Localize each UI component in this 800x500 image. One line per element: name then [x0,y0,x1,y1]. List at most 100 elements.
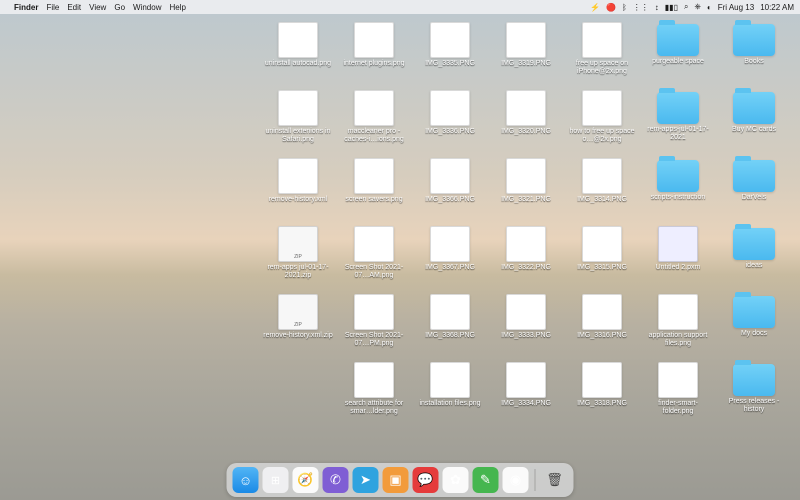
image-thumbnail-icon [658,226,698,262]
desktop-item[interactable]: Untitled 2.pxm [642,224,714,290]
desktop-item[interactable]: remove-history.xml [262,156,334,222]
desktop[interactable]: uninstall autocad.png internet plugins.pn… [0,14,800,500]
toggle-icon[interactable]: ◐ [707,3,712,12]
desktop-item[interactable]: IMG_3333.PNG [490,292,562,358]
desktop-item[interactable]: uninstall extenions in Safari.png [262,88,334,154]
desktop-item[interactable]: ideas [718,224,790,290]
desktop-item-label: search attribute for smar…lder.png [339,400,409,415]
desktop-item-label: IMG_3315.PNG [577,264,627,272]
desktop-item[interactable]: rem-apps-jul-01-17-2021 [642,88,714,154]
desktop-item-label: Buy MC cards [732,126,776,134]
desktop-item[interactable]: IMG_3334.PNG [490,360,562,426]
desktop-item[interactable]: uninstall autocad.png [262,20,334,86]
desktop-item[interactable]: remove-history.xml.zip [262,292,334,358]
wifi-icon[interactable]: ⋮⋮ [633,3,649,12]
desktop-item[interactable]: screen savers.png [338,156,410,222]
battery-icon[interactable]: ▮▮▯ [665,3,678,12]
desktop-item[interactable]: Buy MC cards [718,88,790,154]
desktop-item[interactable]: maccleaner pro - caches-i…ions.png [338,88,410,154]
desktop-item[interactable]: My docs [718,292,790,358]
desktop-item[interactable]: purgeable space [642,20,714,86]
image-thumbnail-icon [354,294,394,330]
dock-safari[interactable]: 🧭 [293,467,319,493]
desktop-item[interactable]: finder-smart-folder.png [642,360,714,426]
desktop-item[interactable]: free up space on iPhone@2x.png [566,20,638,86]
desktop-item-label: Screen Shot 2021-07…AM.png [339,264,409,279]
menubar: Finder File Edit View Go Window Help ⚡ 🔴… [0,0,800,14]
menu-help[interactable]: Help [169,3,185,12]
app-name[interactable]: Finder [14,3,38,12]
dock-app-orange[interactable]: ▣ [383,467,409,493]
desktop-item[interactable]: how to free up space o…@2x.png [566,88,638,154]
menubar-time[interactable]: 10:22 AM [760,3,794,12]
desktop-item[interactable]: Screen Shot 2021-07…AM.png [338,224,410,290]
desktop-item-label: IMG_3316.PNG [577,332,627,340]
dock-chrome[interactable]: ◉ [503,467,529,493]
desktop-item[interactable]: internet plugins.png [338,20,410,86]
desktop-item[interactable]: IMG_3335.PNG [414,20,486,86]
desktop-item[interactable]: IMG_3320.PNG [490,88,562,154]
desktop-item[interactable]: IMG_3319.PNG [490,20,562,86]
desktop-item[interactable]: IMG_3316.PNG [566,292,638,358]
image-thumbnail-icon [430,158,470,194]
image-thumbnail-icon [354,22,394,58]
spotlight-icon[interactable]: ⌕ [684,2,688,12]
desktop-item[interactable]: search attribute for smar…lder.png [338,360,410,426]
desktop-item[interactable]: IMG_3368.PNG [414,292,486,358]
desktop-item-label: rem-apps jul-01-17-2021.zip [263,264,333,279]
desktop-item-label: IMG_3336.PNG [425,128,475,136]
updown-icon[interactable]: ↕ [655,3,659,12]
bluetooth-icon[interactable]: ᛒ [622,3,627,12]
image-thumbnail-icon [582,90,622,126]
document-icon [278,158,318,194]
image-thumbnail-icon [430,22,470,58]
dock-trash[interactable]: 🗑 [542,467,568,493]
desktop-item-label: IMG_3321.PNG [501,196,551,204]
desktop-item[interactable]: IMG_3336.PNG [414,88,486,154]
image-thumbnail-icon [354,158,394,194]
desktop-item-label: IMG_3314.PNG [577,196,627,204]
desktop-item-label: Untitled 2.pxm [656,264,701,272]
menu-file[interactable]: File [46,3,59,12]
control-center-icon[interactable]: ⎈ [694,2,700,12]
dock-photos[interactable]: ✿ [443,467,469,493]
dock-finder[interactable]: ☺ [233,467,259,493]
desktop-item[interactable]: scripts-instruction [642,156,714,222]
desktop-item[interactable]: application support files.png [642,292,714,358]
desktop-item[interactable]: Screen Shot 2021-07…PM.png [338,292,410,358]
status-red-icon[interactable]: 🔴 [606,3,616,12]
desktop-item-label: IMG_3335.PNG [425,60,475,68]
desktop-item-label: screen savers.png [345,196,402,204]
menubar-date[interactable]: Fri Aug 13 [718,3,754,12]
desktop-item[interactable]: Press releases - history [718,360,790,426]
desktop-item-label: remove-history.xml [269,196,328,204]
dock-viber[interactable]: ✆ [323,467,349,493]
bolt-icon[interactable]: ⚡ [590,3,600,12]
menu-edit[interactable]: Edit [67,3,81,12]
dock-launchpad[interactable]: ⊞ [263,467,289,493]
desktop-item[interactable]: IMG_3366.PNG [414,156,486,222]
dock-evernote[interactable]: ✎ [473,467,499,493]
desktop-item[interactable]: DarVels [718,156,790,222]
desktop-item-label: internet plugins.png [343,60,404,68]
desktop-item[interactable]: IMG_3367.PNG [414,224,486,290]
image-thumbnail-icon [354,362,394,398]
desktop-item[interactable]: Books [718,20,790,86]
desktop-icon-grid: uninstall autocad.png internet plugins.pn… [262,20,790,426]
desktop-item[interactable]: IMG_3314.PNG [566,156,638,222]
image-thumbnail-icon [430,226,470,262]
desktop-item[interactable]: IMG_3321.PNG [490,156,562,222]
menu-window[interactable]: Window [133,3,161,12]
folder-icon [733,24,775,56]
desktop-item[interactable]: IMG_3318.PNG [566,360,638,426]
image-thumbnail-icon [506,362,546,398]
desktop-item[interactable]: IMG_3315.PNG [566,224,638,290]
desktop-item[interactable]: IMG_3322.PNG [490,224,562,290]
desktop-item[interactable]: rem-apps jul-01-17-2021.zip [262,224,334,290]
menu-go[interactable]: Go [114,3,125,12]
dock-app-red[interactable]: 💬 [413,467,439,493]
dock-telegram[interactable]: ➤ [353,467,379,493]
desktop-item-label: IMG_3318.PNG [577,400,627,408]
menu-view[interactable]: View [89,3,106,12]
desktop-item[interactable]: installation files.png [414,360,486,426]
